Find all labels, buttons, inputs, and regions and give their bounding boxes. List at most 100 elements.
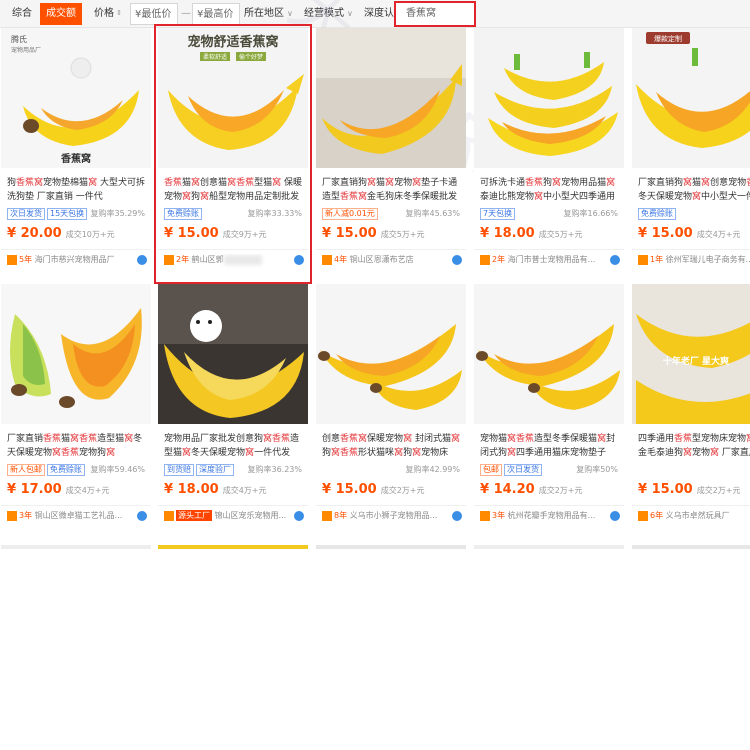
product-card[interactable]: 宠物用品厂家批发创意狗窝香蕉造型猫窝冬天保暖宠物窝一件代发 到货赔 深度验厂 复购…: [158, 284, 308, 536]
product-image[interactable]: [316, 28, 466, 168]
product-card[interactable]: 厂家直销狗窝猫窝宠物窝垫子卡通造型香蕉窝金毛狗床冬季保暖批发 新人减0.01元 …: [316, 28, 466, 280]
price: ¥ 20.00: [7, 226, 62, 241]
tab-overall[interactable]: 综合: [6, 3, 38, 25]
shop-name[interactable]: 海门市普士宠物用品有...: [508, 255, 596, 264]
badge-text: 爆款定制: [654, 34, 682, 43]
keyword-highlight: 窝: [70, 434, 80, 444]
tag: 7天包换: [480, 208, 516, 220]
tab-price[interactable]: 价格 ⇕: [90, 3, 126, 25]
shop-name[interactable]: 锦山区宠乐宠物用...: [215, 511, 287, 520]
repurchase-rate: 复购率59.46%: [90, 465, 145, 474]
keyword-highlight: 窝: [710, 448, 720, 458]
product-image[interactable]: 十年老厂 星大爽: [632, 284, 750, 424]
chat-icon[interactable]: [452, 255, 462, 265]
product-card[interactable]: 腾氏 宠物用品厂 香蕉窝 狗香蕉窝宠物垫棉猫窝 大型犬可拆洗狗垫 厂家直销 一件…: [1, 28, 151, 280]
product-title[interactable]: 厂家直销狗窝猫窝宠物窝垫子卡通造型香蕉窝金毛狗床冬季保暖批发: [322, 176, 462, 204]
product-card[interactable]: 十年老厂 星大爽 四季通用香蕉型宠物床宠物窝 狗窝金毛泰迪狗窝宠物窝 厂家直产 …: [632, 284, 750, 536]
repurchase-rate: 复购率16.66%: [563, 209, 618, 218]
chat-icon[interactable]: [137, 511, 147, 521]
product-title[interactable]: 四季通用香蕉型宠物床宠物窝 狗窝金毛泰迪狗窝宠物窝 厂家直产: [638, 432, 750, 460]
product-title[interactable]: 厂家直销狗窝猫窝创意宠物香蕉窝冬天保暖宠物窝中小型犬一件代发: [638, 176, 750, 204]
chat-icon[interactable]: [137, 255, 147, 265]
shop-name[interactable]: 铜山区恩潇布艺店: [350, 255, 414, 264]
banner-sub-text: 偷个好梦: [239, 53, 263, 61]
product-card[interactable]: 宠物猫窝香蕉造型冬季保暖猫窝封闭式狗窝四季通用猫床宠物垫子 包邮 次日发货 复购率…: [474, 284, 624, 536]
max-price-input[interactable]: ¥最高价: [192, 3, 240, 25]
product-card[interactable]: 厂家直销香蕉猫窝香蕉造型猫窝冬天保暖宠物窝香蕉宠物狗窝 新人包邮 免费赊账 复购率…: [1, 284, 151, 536]
keyword-highlight: 窝: [507, 434, 517, 444]
shop-years: 2年: [492, 255, 506, 264]
shop-row: 2年 鹤山区郭: [164, 254, 304, 268]
shop-icon: [164, 254, 174, 265]
tag-group: 7天包换: [480, 208, 517, 222]
keyword-highlight: 窝: [683, 178, 693, 188]
keyword-highlight: 窝: [191, 178, 201, 188]
product-card[interactable]: 宠物舒适香蕉窝 柔软舒适 偷个好梦 香蕉猫窝创意猫窝香蕉型猫窝 保暖宠物窝狗窝船…: [154, 24, 312, 284]
price: ¥ 15.00: [638, 226, 693, 241]
shop-name[interactable]: 鹤山区郭: [192, 255, 224, 264]
product-card[interactable]: 爆款定制 厂家直销狗窝猫窝创意宠物香蕉窝冬天保暖宠物窝中小型犬一件代发 免费赊账…: [632, 28, 750, 280]
keyword-highlight: 窝: [450, 434, 460, 444]
shop-icon: [638, 254, 648, 265]
shop-name[interactable]: 义乌市卓然玩具厂: [666, 511, 730, 520]
price-row: ¥ 15.00 成交5万+元: [322, 226, 425, 246]
price-row: ¥ 15.00 成交2万+元: [322, 482, 425, 502]
product-title[interactable]: 香蕉猫窝创意猫窝香蕉型猫窝 保暖宠物窝狗窝船型宠物用品定制批发: [164, 176, 304, 204]
divider: [474, 249, 624, 250]
product-image[interactable]: [158, 284, 308, 424]
keyword-search-input[interactable]: 香蕉窝: [394, 1, 476, 27]
shop-name[interactable]: 徐州军瑞儿电子商务有...: [666, 255, 750, 264]
chat-icon[interactable]: [610, 511, 620, 521]
tag: 免费赊账: [164, 208, 202, 220]
shop-years: 3年: [492, 511, 506, 520]
product-card[interactable]: 可拆洗卡通香蕉狗窝宠物用品猫窝泰迪比熊宠物窝中小型犬四季通用 7天包换 复购率1…: [474, 28, 624, 280]
product-image[interactable]: [474, 28, 624, 168]
business-mode-dropdown[interactable]: 经营模式 ∨: [304, 3, 353, 25]
chat-icon[interactable]: [452, 511, 462, 521]
divider: [316, 249, 466, 250]
product-image[interactable]: 宠物舒适香蕉窝 柔软舒适 偷个好梦: [158, 28, 308, 168]
product-image[interactable]: [1, 284, 151, 424]
keyword-highlight: 香蕉: [43, 434, 62, 444]
keyword-highlight: 香蕉: [340, 192, 359, 202]
price-row: ¥ 15.00 成交9万+元: [164, 226, 267, 246]
chat-icon[interactable]: [294, 255, 304, 265]
keyword-highlight: 香蕉: [164, 178, 183, 188]
product-title[interactable]: 厂家直销香蕉猫窝香蕉造型猫窝冬天保暖宠物窝香蕉宠物狗窝: [7, 432, 147, 460]
tag: 15天包换: [47, 208, 88, 220]
keyword-highlight: 窝: [227, 178, 237, 188]
keyword-highlight: 香蕉: [674, 434, 693, 444]
keyword-highlight: 窝: [245, 448, 255, 458]
shop-row: 5年 海门市慈兴宠物用品厂: [7, 254, 147, 268]
product-title[interactable]: 可拆洗卡通香蕉狗窝宠物用品猫窝泰迪比熊宠物窝中小型犬四季通用: [480, 176, 620, 204]
product-image[interactable]: [474, 284, 624, 424]
shop-name[interactable]: 海门市慈兴宠物用品厂: [35, 255, 115, 264]
product-image[interactable]: 爆款定制: [632, 28, 750, 168]
product-title[interactable]: 宠物猫窝香蕉造型冬季保暖猫窝封闭式狗窝四季通用猫床宠物垫子: [480, 432, 620, 460]
chevron-down-icon: ∨: [287, 9, 293, 18]
product-card[interactable]: 创意香蕉窝保暖宠物窝 封闭式猫窝狗窝香蕉形状猫咪窝狗窝宠物床 复购率42.99%…: [316, 284, 466, 536]
shop-name[interactable]: 铜山区微卓猫工艺礼品...: [35, 511, 123, 520]
shop-name[interactable]: 义乌市小狮子宠物用品...: [350, 511, 438, 520]
product-title[interactable]: 狗香蕉窝宠物垫棉猫窝 大型犬可拆洗狗垫 厂家直销 一件代: [7, 176, 147, 204]
banana-bed-image: [474, 284, 624, 424]
shop-years: 3年: [19, 511, 33, 520]
keyword-highlight: 窝: [367, 178, 377, 188]
shop-name[interactable]: 杭州花瓣手宠物用品有...: [508, 511, 596, 520]
product-title[interactable]: 宠物用品厂家批发创意狗窝香蕉造型猫窝冬天保暖宠物窝一件代发: [164, 432, 304, 460]
location-dropdown[interactable]: 所在地区 ∨: [244, 3, 293, 25]
chat-icon[interactable]: [294, 511, 304, 521]
tab-volume[interactable]: 成交额: [40, 3, 82, 25]
shop-row: 4年 铜山区恩潇布艺店: [322, 254, 462, 268]
chat-icon[interactable]: [610, 255, 620, 265]
sales-volume: 成交9万+元: [222, 230, 267, 239]
divider: [158, 249, 308, 250]
min-price-input[interactable]: ¥最低价: [130, 3, 178, 25]
product-title[interactable]: 创意香蕉窝保暖宠物窝 封闭式猫窝狗窝香蕉形状猫咪窝狗窝宠物床: [322, 432, 462, 460]
shop-years: 2年: [176, 255, 190, 264]
tab-price-label: 价格: [94, 8, 114, 19]
tag-group: 次日发货 15天包换: [7, 208, 89, 222]
product-image[interactable]: 腾氏 宠物用品厂 香蕉窝: [1, 28, 151, 168]
price-range-dash: —: [181, 8, 191, 19]
product-image[interactable]: [316, 284, 466, 424]
